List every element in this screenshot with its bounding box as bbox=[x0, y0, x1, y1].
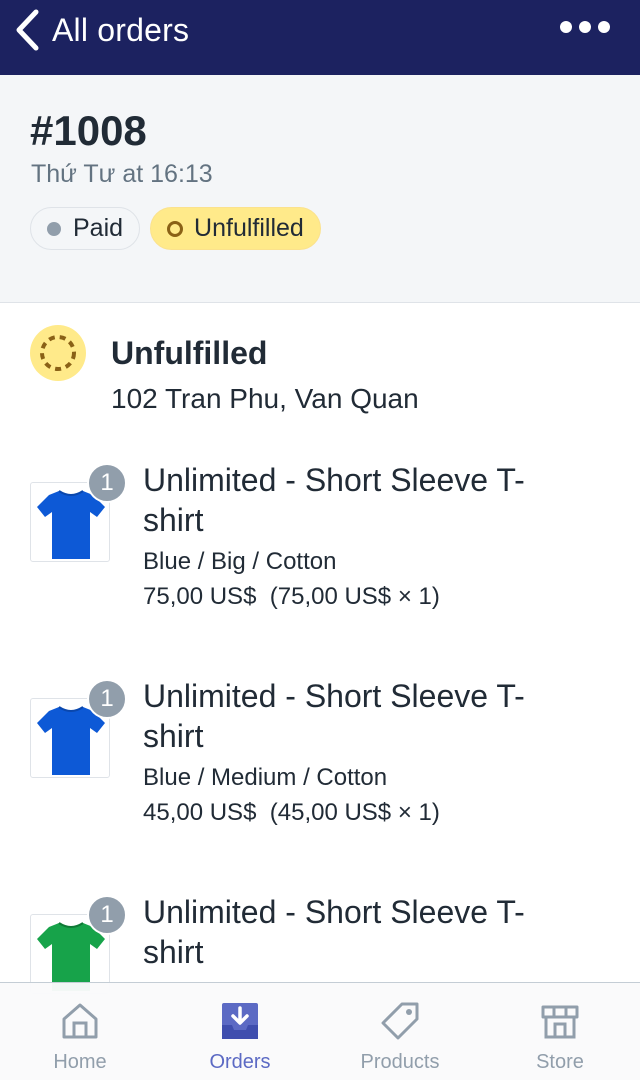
fulfillment-status-title: Unfulfilled bbox=[111, 335, 268, 371]
unfulfilled-status-badge: Unfulfilled bbox=[150, 207, 321, 250]
order-detail-screen: All orders #1008 Thứ Tư at 16:13 Paid Un… bbox=[0, 0, 640, 1080]
more-dot bbox=[560, 21, 572, 33]
line-item-variant: Blue / Big / Cotton bbox=[143, 548, 337, 575]
tab-home[interactable]: Home bbox=[0, 983, 160, 1080]
order-header: #1008 Thứ Tư at 16:13 Paid Unfulfilled bbox=[0, 75, 640, 303]
storefront-icon bbox=[541, 1005, 579, 1039]
line-item-title: Unlimited - Short Sleeve T-shirt bbox=[143, 894, 525, 970]
unfulfilled-badge-label: Unfulfilled bbox=[194, 214, 304, 242]
tab-store-label: Store bbox=[536, 1051, 584, 1073]
orders-inbox-icon bbox=[222, 1003, 258, 1039]
tab-products-label: Products bbox=[360, 1051, 440, 1073]
tab-store[interactable]: Store bbox=[480, 983, 640, 1080]
line-item-title: Unlimited - Short Sleeve T-shirt bbox=[143, 678, 525, 754]
chevron-left-icon bbox=[16, 9, 39, 51]
tab-orders-label: Orders bbox=[209, 1051, 271, 1073]
order-number: #1008 bbox=[30, 107, 147, 154]
line-item-price: 45,00 US$ (45,00 US$ × 1) bbox=[143, 799, 440, 826]
order-date: Thứ Tư at 16:13 bbox=[31, 160, 213, 188]
tab-products[interactable]: Products bbox=[320, 983, 480, 1080]
line-item[interactable]: 1 Unlimited - Short Sleeve T-shirt Blue … bbox=[0, 676, 640, 876]
home-icon bbox=[62, 1003, 98, 1039]
product-thumbnail: 1 bbox=[30, 679, 127, 778]
paid-dot-icon bbox=[47, 221, 61, 236]
unfulfilled-dashed-circle-icon bbox=[30, 325, 86, 381]
quantity-badge: 1 bbox=[87, 463, 127, 503]
tag-icon bbox=[381, 1002, 419, 1040]
paid-status-badge: Paid bbox=[30, 207, 141, 250]
quantity-badge: 1 bbox=[87, 679, 127, 719]
line-item-price: 75,00 US$ (75,00 US$ × 1) bbox=[143, 583, 440, 610]
line-item-variant: Blue / Medium / Cotton bbox=[143, 764, 388, 791]
tab-orders[interactable]: Orders bbox=[160, 983, 320, 1080]
top-navigation-bar: All orders bbox=[0, 0, 640, 75]
tab-home-label: Home bbox=[53, 1051, 107, 1073]
fulfillment-address: 102 Tran Phu, Van Quan bbox=[111, 383, 419, 414]
more-options-button[interactable] bbox=[560, 16, 610, 38]
more-dot bbox=[598, 21, 610, 33]
back-button-label: All orders bbox=[52, 11, 190, 48]
unfulfilled-ring-icon bbox=[167, 220, 184, 237]
line-item-title: Unlimited - Short Sleeve T-shirt bbox=[143, 462, 525, 538]
paid-badge-label: Paid bbox=[73, 214, 124, 242]
bottom-tab-bar: Home Orders Products Store bbox=[0, 982, 640, 1080]
product-thumbnail: 1 bbox=[30, 463, 127, 562]
quantity-badge: 1 bbox=[87, 895, 127, 935]
more-dot bbox=[579, 21, 591, 33]
status-badges: Paid Unfulfilled bbox=[30, 207, 321, 250]
line-item[interactable]: 1 Unlimited - Short Sleeve T-shirt Blue … bbox=[0, 460, 640, 660]
back-button[interactable]: All orders bbox=[12, 6, 189, 54]
